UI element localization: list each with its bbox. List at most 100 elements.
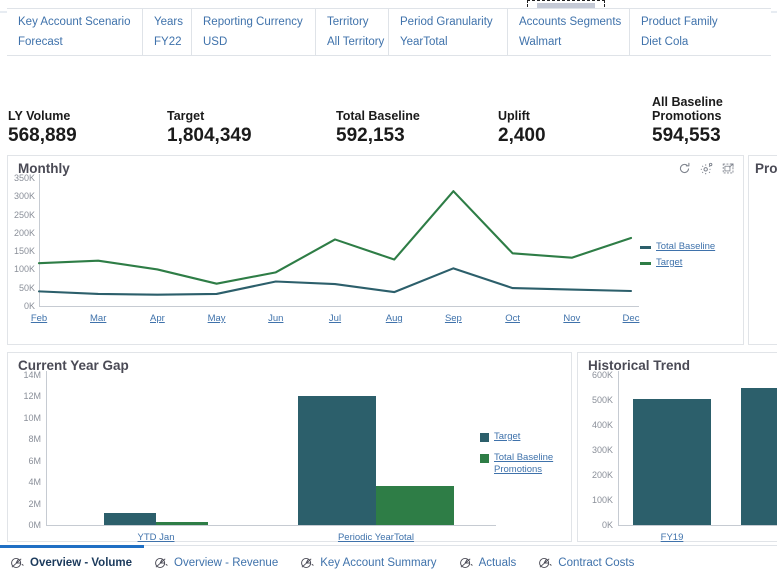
kpi-value: 592,153 <box>336 125 405 147</box>
tab-label: Contract Costs <box>558 556 635 569</box>
tab-overview-volume[interactable]: Overview - Volume <box>0 544 145 579</box>
y-axis-tick: 10M <box>23 412 41 423</box>
chart-current-year-gap[interactable]: 0M 2M 4M 6M 8M 10M 12M 14M YTD Jan Periodic YearT… <box>8 353 573 543</box>
filter-value[interactable]: Forecast <box>18 36 133 49</box>
kpi-ly-volume: LY Volume 568,889 <box>8 109 77 148</box>
kpi-value: 2,400 <box>498 125 546 147</box>
y-axis-tick: 200K <box>591 470 613 480</box>
legend-item[interactable]: Target <box>640 257 715 269</box>
x-axis-tick[interactable]: Dec <box>591 314 671 324</box>
legend-swatch <box>640 261 651 265</box>
filter-label: Product Family <box>641 15 718 28</box>
filter-value[interactable]: Diet Cola <box>641 36 762 49</box>
legend-swatch <box>480 433 489 442</box>
x-axis-tick[interactable]: Periodic YearTotal <box>336 533 416 543</box>
legend-swatch <box>640 246 651 249</box>
tab-key-account-summary[interactable]: Key Account Summary <box>290 546 448 579</box>
legend-item[interactable]: Total Baseline <box>640 241 715 253</box>
kpi-label: Total Baseline <box>336 109 420 124</box>
bar[interactable] <box>156 521 208 525</box>
tab-actuals[interactable]: Actuals <box>449 546 529 579</box>
filter-product-family[interactable]: Product Family Diet Cola <box>630 9 771 55</box>
y-axis-tick: 12M <box>23 391 41 402</box>
bar[interactable] <box>741 387 777 525</box>
y-axis-tick: 400K <box>591 420 613 430</box>
panel-title-product: Prod <box>755 161 777 176</box>
legend-label[interactable]: Total Baseline <box>656 241 715 253</box>
legend-current-year-gap: Target Total Baseline Promotions <box>480 431 556 485</box>
filter-value[interactable]: Walmart <box>519 36 620 49</box>
filter-label: Years <box>154 15 183 28</box>
chart-monthly[interactable]: 0K 50K 100K 150K 200K 250K 300K 350K Feb Mar Apr Ma… <box>8 156 745 346</box>
filter-value[interactable]: FY22 <box>154 36 182 49</box>
filter-key-account-scenario[interactable]: Key Account Scenario Forecast <box>7 9 143 55</box>
filter-value[interactable]: YearTotal <box>400 36 498 49</box>
tab-bar: Overview - Volume Overview - Revenue Key A… <box>0 544 777 579</box>
x-axis-tick[interactable]: FY19 <box>632 533 712 543</box>
y-axis-tick: 350K <box>13 173 35 183</box>
kpi-all-baseline-promotions: All Baseline Promotions 594,553 <box>652 95 723 148</box>
axis-line <box>618 371 619 525</box>
y-axis-tick: 250K <box>13 209 35 220</box>
y-axis-tick: 100K <box>591 495 613 505</box>
x-axis-tick[interactable]: YTD Jan <box>116 533 196 543</box>
kpi-value: 594,553 <box>652 125 721 147</box>
kpi-label: Target <box>167 109 205 124</box>
chart-historical-trend[interactable]: 0K 100K 200K 300K 400K 500K 600K FY19 <box>578 353 777 543</box>
y-axis-tick: 4M <box>28 477 41 488</box>
kpi-value: 568,889 <box>8 125 77 147</box>
filter-period-granularity[interactable]: Period Granularity YearTotal <box>389 9 508 55</box>
y-axis-tick: 150K <box>13 246 35 257</box>
y-axis-tick: 0M <box>28 520 41 530</box>
tab-overview-revenue[interactable]: Overview - Revenue <box>144 546 290 579</box>
pie-chart-icon <box>300 556 314 570</box>
y-axis-tick: 300K <box>591 445 613 455</box>
axis-line <box>46 525 496 526</box>
bar[interactable] <box>633 398 711 525</box>
kpi-uplift: Uplift 2,400 <box>498 109 546 148</box>
axis-line <box>39 174 40 306</box>
y-axis-tick: 14M <box>23 370 41 380</box>
kpi-label: All Baseline Promotions <box>652 94 723 124</box>
filter-years[interactable]: Years FY22 <box>143 9 192 55</box>
y-axis-tick: 100K <box>13 264 35 275</box>
kpi-row: LY Volume 568,889 Target 1,804,349 Total Bas… <box>0 88 777 148</box>
filter-label: Key Account Scenario <box>18 15 131 28</box>
tab-label: Overview - Volume <box>30 556 133 569</box>
filter-accounts-segments[interactable]: Accounts Segments Walmart <box>508 9 630 55</box>
y-axis-tick: 600K <box>591 370 613 380</box>
legend-item[interactable]: Target <box>480 431 556 443</box>
y-axis-tick: 2M <box>28 498 41 509</box>
filter-value[interactable]: USD <box>203 36 306 49</box>
filter-label: Accounts Segments <box>519 15 622 28</box>
legend-item[interactable]: Total Baseline Promotions <box>480 452 556 476</box>
bar[interactable] <box>104 513 156 525</box>
filter-label: Period Granularity <box>400 15 493 28</box>
tab-contract-costs[interactable]: Contract Costs <box>528 546 646 579</box>
bar[interactable] <box>376 486 454 525</box>
pie-chart-icon <box>459 556 473 570</box>
tab-label: Key Account Summary <box>320 556 437 569</box>
axis-line <box>618 525 777 526</box>
filter-reporting-currency[interactable]: Reporting Currency USD <box>192 9 316 55</box>
filter-label: Territory <box>327 15 369 28</box>
legend-swatch <box>480 453 489 463</box>
panel-current-year-gap: Current Year Gap 0M 2M 4M 6M 8M 10M 12M 14M YTD … <box>7 352 572 542</box>
pie-chart-icon <box>538 556 552 570</box>
legend-label[interactable]: Total Baseline Promotions <box>494 452 556 476</box>
legend-label[interactable]: Target <box>494 431 520 443</box>
panel-product: Prod <box>748 155 777 345</box>
y-axis-tick: 500K <box>591 395 613 405</box>
kpi-label: LY Volume <box>8 109 71 124</box>
legend-monthly: Total Baseline Target <box>640 241 715 273</box>
bar[interactable] <box>298 396 376 525</box>
filter-territory[interactable]: Territory All Territory <box>316 9 389 55</box>
filter-label: Reporting Currency <box>203 15 303 28</box>
y-axis-tick: 0K <box>601 520 613 530</box>
panel-historical-trend: Historical Trend 0K 100K 200K 300K 400K 500K 6… <box>577 352 777 542</box>
pie-chart-icon <box>154 556 168 570</box>
filter-value[interactable]: All Territory <box>327 36 384 49</box>
legend-label[interactable]: Target <box>656 257 682 269</box>
kpi-total-baseline: Total Baseline 592,153 <box>336 109 420 148</box>
y-axis-tick: 6M <box>28 455 41 466</box>
